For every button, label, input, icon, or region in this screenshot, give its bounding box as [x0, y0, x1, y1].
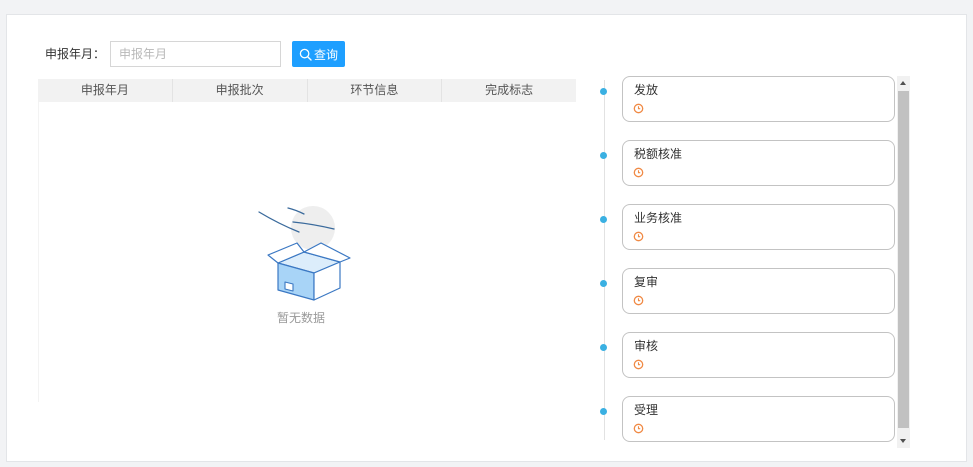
query-button[interactable]: 查询	[292, 41, 345, 67]
column-header-complete-flag: 完成标志	[441, 79, 576, 102]
scrollbar-thumb[interactable]	[898, 91, 909, 428]
clock-icon	[633, 295, 644, 306]
timeline-dot	[600, 216, 607, 223]
empty-state-text: 暂无数据	[276, 311, 325, 325]
table-body: 暂无数据	[38, 102, 576, 402]
timeline-card-title: 发放	[634, 83, 659, 97]
table-header: 申报年月 申报批次 环节信息 完成标志	[38, 79, 576, 102]
search-icon	[299, 48, 312, 61]
timeline-axis	[604, 80, 605, 440]
clock-icon	[633, 423, 644, 434]
timeline-card-audit: 审核	[622, 332, 895, 378]
timeline-card-title: 税额核准	[634, 147, 683, 161]
declare-table: 申报年月 申报批次 环节信息 完成标志 暂无数据	[38, 79, 576, 402]
timeline-dot	[600, 344, 607, 351]
query-button-label: 查询	[313, 47, 338, 62]
column-header-declare-batch: 申报批次	[171, 79, 307, 102]
scroll-down-arrow-icon[interactable]	[900, 439, 906, 443]
column-header-stage-info: 环节信息	[306, 79, 442, 102]
clock-icon	[633, 231, 644, 242]
clock-icon	[633, 359, 644, 370]
clock-icon	[633, 103, 644, 114]
process-timeline: 发放 税额核准 业务核准 复审 审核 受理	[585, 76, 911, 448]
timeline-card-title: 业务核准	[634, 211, 683, 225]
timeline-card-title: 复审	[634, 275, 659, 289]
timeline-card-title: 受理	[634, 403, 659, 417]
empty-box-icon	[251, 200, 356, 305]
timeline-scrollbar[interactable]	[897, 76, 910, 448]
timeline-dot	[600, 152, 607, 159]
declare-month-input[interactable]	[110, 41, 281, 67]
timeline-card-review: 复审	[622, 268, 895, 314]
timeline-dot	[600, 88, 607, 95]
clock-icon	[633, 167, 644, 178]
column-header-declare-month: 申报年月	[80, 83, 129, 97]
timeline-card-tax-approval: 税额核准	[622, 140, 895, 186]
timeline-card-accept: 受理	[622, 396, 895, 442]
timeline-card-issue: 发放	[622, 76, 895, 122]
timeline-card-business-approval: 业务核准	[622, 204, 895, 250]
timeline-card-title: 审核	[634, 339, 659, 353]
search-label: 申报年月：	[45, 47, 106, 61]
scroll-up-arrow-icon[interactable]	[900, 81, 906, 85]
timeline-dot	[600, 280, 607, 287]
main-panel: 申报年月： 查询 申报年月 申报批次 环节信息 完成标志	[6, 14, 967, 462]
timeline-dot	[600, 408, 607, 415]
